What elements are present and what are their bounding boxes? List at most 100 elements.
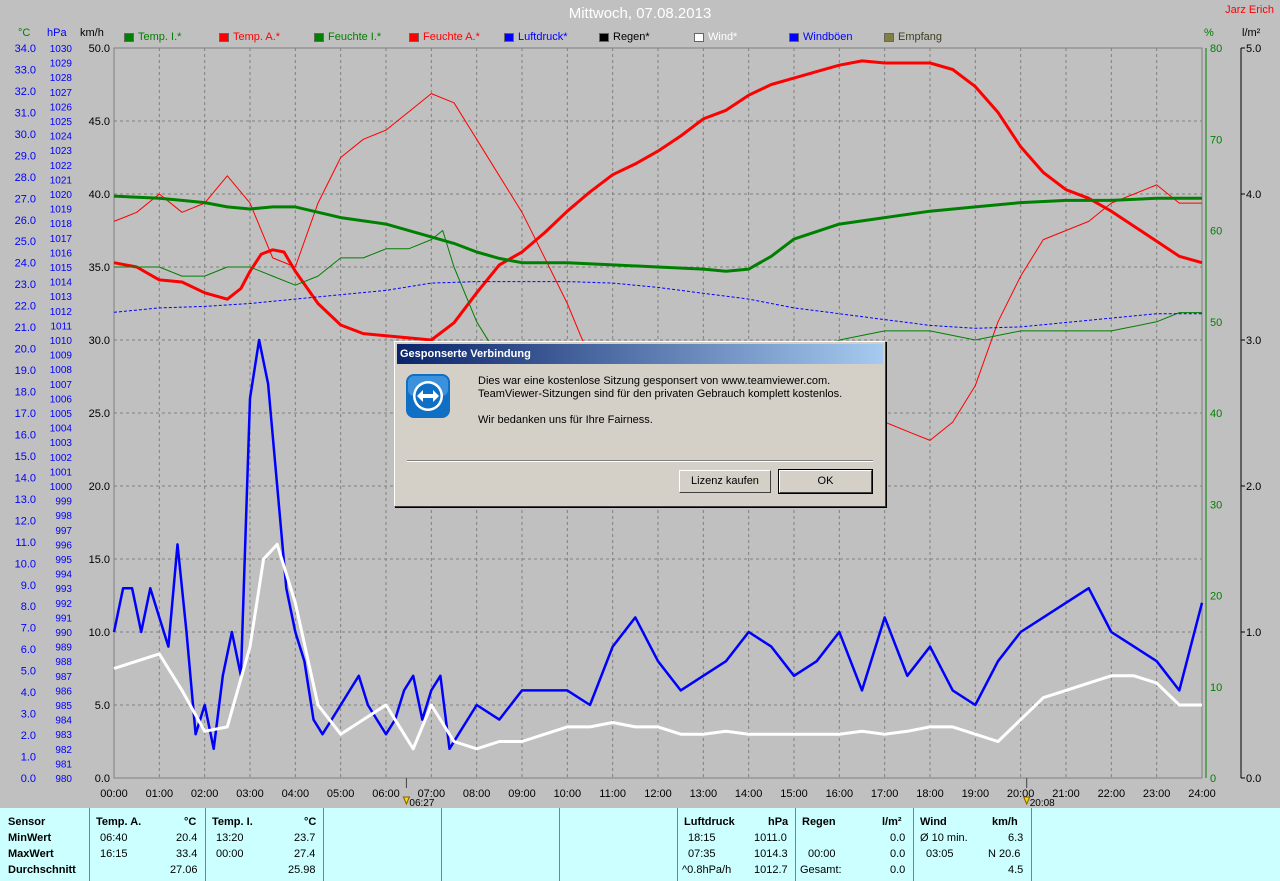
legend-swatch <box>884 32 894 42</box>
stats-sensor-column: Sensor MinWert MaxWert Durchschnitt <box>0 808 90 881</box>
stats-temp-outdoor-column: Temp. A. °C 06:40 20.4 16:15 33.4 27.06 <box>90 808 206 881</box>
x-tick-label: 01:00 <box>146 788 174 800</box>
temp-tick-label: 10.0 <box>15 558 36 570</box>
pressure-tick-label: 997 <box>55 526 72 537</box>
stats-empty-column <box>560 808 678 881</box>
humidity-tick-label: 40 <box>1210 408 1222 420</box>
pressure-tick-label: 995 <box>55 555 72 566</box>
temp-tick-label: 0.0 <box>21 773 36 785</box>
pressure-tick-label: 1020 <box>50 190 73 201</box>
pressure-tick-label: 991 <box>55 613 72 624</box>
pressure-tick-label: 1016 <box>50 248 73 259</box>
pressure-tick-label: 1008 <box>50 365 73 376</box>
pressure-tick-label: 998 <box>55 511 72 522</box>
wind-tick-label: 30.0 <box>89 335 110 347</box>
legend-temp-outdoor[interactable]: Temp. A.* <box>219 31 280 43</box>
pressure-tick-label: 1001 <box>50 467 73 478</box>
x-tick-label: 23:00 <box>1143 788 1171 800</box>
pressure-tick-label: 1021 <box>50 175 73 186</box>
x-tick-label: 03:00 <box>236 788 264 800</box>
x-tick-label: 18:00 <box>916 788 944 800</box>
legend-reception[interactable]: Empfang <box>884 31 942 43</box>
pressure-tick-label: 982 <box>55 745 72 756</box>
sunrise-label: 06:27 <box>409 798 434 808</box>
humidity-tick-label: 30 <box>1210 499 1222 511</box>
pressure-tick-label: 1018 <box>50 219 73 230</box>
pressure-tick-label: 1029 <box>50 59 73 70</box>
pressure-tick-label: 1007 <box>50 380 73 391</box>
wind-tick-label: 5.0 <box>95 700 110 712</box>
temp-tick-label: 22.0 <box>15 301 36 313</box>
humidity-tick-label: 50 <box>1210 317 1222 329</box>
pressure-tick-label: 1030 <box>50 44 73 55</box>
statistics-table: Sensor MinWert MaxWert Durchschnitt Temp… <box>0 808 1280 881</box>
legend-humidity-indoor[interactable]: Feuchte I.* <box>314 31 381 43</box>
pressure-tick-label: 1022 <box>50 161 73 172</box>
stats-empty-column <box>324 808 442 881</box>
temp-tick-label: 6.0 <box>21 644 36 656</box>
pressure-tick-label: 1006 <box>50 394 73 405</box>
x-tick-label: 16:00 <box>826 788 854 800</box>
pressure-tick-label: 992 <box>55 599 72 610</box>
legend-pressure[interactable]: Luftdruck* <box>504 31 568 43</box>
x-tick-label: 13:00 <box>690 788 718 800</box>
temp-tick-label: 8.0 <box>21 601 36 613</box>
temp-tick-label: 16.0 <box>15 429 36 441</box>
temp-tick-label: 30.0 <box>15 129 36 141</box>
buy-license-button[interactable]: Lizenz kaufen <box>679 470 771 493</box>
x-tick-label: 24:00 <box>1188 788 1216 800</box>
temp-tick-label: 14.0 <box>15 472 36 484</box>
x-tick-label: 09:00 <box>508 788 536 800</box>
legend-swatch <box>219 32 229 42</box>
rain-tick-label: 0.0 <box>1246 773 1261 785</box>
temp-tick-label: 20.0 <box>15 344 36 356</box>
pressure-tick-label: 984 <box>55 716 72 727</box>
rain-tick-label: 3.0 <box>1246 335 1261 347</box>
humidity-tick-label: 10 <box>1210 682 1222 694</box>
author-label: Jarz Erich <box>1225 4 1274 16</box>
pressure-tick-label: 1004 <box>50 424 73 435</box>
x-tick-label: 06:00 <box>372 788 400 800</box>
humidity-tick-label: 0 <box>1210 773 1216 785</box>
x-tick-label: 21:00 <box>1052 788 1080 800</box>
legend-temp-indoor[interactable]: Temp. I.* <box>124 31 181 43</box>
pressure-tick-label: 987 <box>55 672 72 683</box>
wind-tick-label: 45.0 <box>89 116 110 128</box>
pressure-tick-label: 985 <box>55 701 72 712</box>
legend-wind-gusts[interactable]: Windböen <box>789 31 853 43</box>
x-tick-label: 19:00 <box>962 788 990 800</box>
stats-empty-column <box>442 808 560 881</box>
temp-tick-label: 9.0 <box>21 580 36 592</box>
pressure-tick-label: 1011 <box>50 321 72 332</box>
wind-tick-label: 10.0 <box>89 627 110 639</box>
pressure-tick-label: 989 <box>55 643 72 654</box>
x-tick-label: 04:00 <box>282 788 310 800</box>
pressure-tick-label: 990 <box>55 628 72 639</box>
wind-tick-label: 35.0 <box>89 262 110 274</box>
legend-rain[interactable]: Regen* <box>599 31 650 43</box>
temp-tick-label: 21.0 <box>15 322 36 334</box>
legend-swatch <box>504 32 514 42</box>
ok-button[interactable]: OK <box>778 469 873 494</box>
pressure-tick-label: 1026 <box>50 102 73 113</box>
wind-tick-label: 25.0 <box>89 408 110 420</box>
pressure-tick-label: 1003 <box>50 438 73 449</box>
dialog-titlebar[interactable]: Gesponserte Verbindung <box>397 344 883 364</box>
sunset-label: 20:08 <box>1030 798 1055 808</box>
temp-tick-label: 29.0 <box>15 150 36 162</box>
sponsored-session-dialog: Gesponserte Verbindung Dies war eine kos… <box>394 341 886 507</box>
pressure-tick-label: 1027 <box>50 88 73 99</box>
humidity-tick-label: 60 <box>1210 226 1222 238</box>
x-tick-label: 02:00 <box>191 788 219 800</box>
pressure-tick-label: 993 <box>55 584 72 595</box>
humidity-tick-label: 70 <box>1210 134 1222 146</box>
rain-tick-label: 4.0 <box>1246 189 1261 201</box>
x-tick-label: 12:00 <box>644 788 672 800</box>
rain-tick-label: 1.0 <box>1246 627 1261 639</box>
temp-tick-label: 12.0 <box>15 515 36 527</box>
legend-wind[interactable]: Wind* <box>694 31 737 43</box>
legend-humidity-outdoor[interactable]: Feuchte A.* <box>409 31 480 43</box>
temp-tick-label: 3.0 <box>21 709 36 721</box>
x-tick-label: 10:00 <box>554 788 582 800</box>
wind-tick-label: 40.0 <box>89 189 110 201</box>
